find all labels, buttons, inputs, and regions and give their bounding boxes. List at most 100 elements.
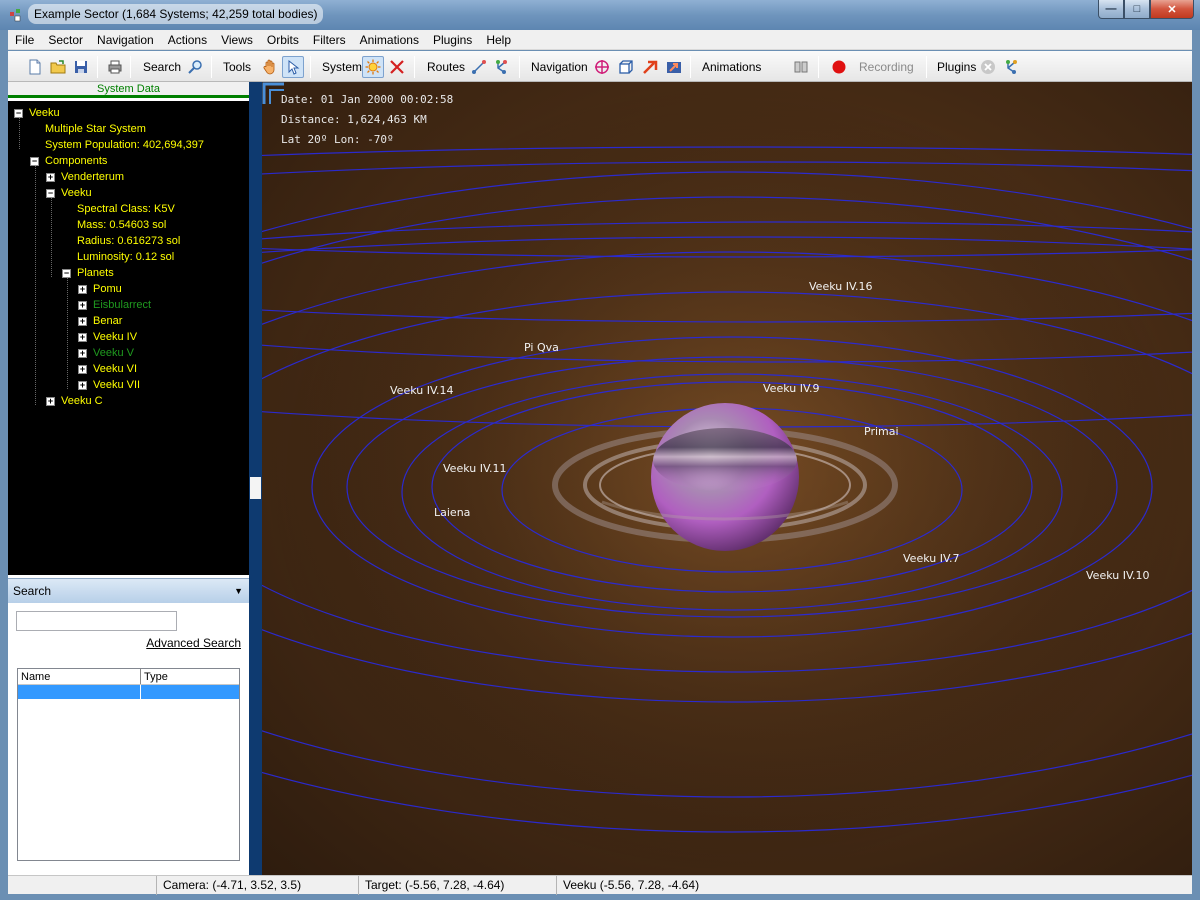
minimize-button[interactable]: — <box>1098 0 1124 19</box>
collapse-icon[interactable]: − <box>30 156 39 166</box>
menu-navigation[interactable]: Navigation <box>90 30 161 50</box>
close-button[interactable]: ✕ <box>1150 0 1194 19</box>
search-button[interactable] <box>184 56 206 78</box>
expand-icon[interactable]: + <box>46 396 55 406</box>
tree-item[interactable]: + Venderterum <box>46 169 124 185</box>
tree-item[interactable]: + Veeku V <box>78 345 134 361</box>
system-tree[interactable]: − Veeku Multiple Star System System Populat… <box>8 101 249 575</box>
menu-animations[interactable]: Animations <box>353 30 426 50</box>
tree-item[interactable]: + Eisbularrect <box>78 297 151 313</box>
menu-actions[interactable]: Actions <box>161 30 214 50</box>
expand-icon[interactable]: + <box>78 364 87 374</box>
expand-icon[interactable]: + <box>78 316 87 326</box>
tree-item[interactable]: Luminosity: 0.12 sol <box>77 249 174 265</box>
camera-status: Camera: (-4.71, 3.52, 3.5) <box>156 876 358 895</box>
body-label[interactable]: Veeku IV.14 <box>390 384 454 397</box>
target-status: Target: (-5.56, 7.28, -4.64) <box>358 876 556 895</box>
tree-item[interactable]: − Veeku <box>46 185 92 201</box>
tree-item[interactable]: + Veeku VII <box>78 377 140 393</box>
new-file-button[interactable] <box>24 56 46 78</box>
menu-file[interactable]: File <box>8 30 41 50</box>
route-edit-button[interactable] <box>491 56 513 78</box>
plugin-route-button[interactable] <box>1001 56 1023 78</box>
route-add-button[interactable] <box>468 56 490 78</box>
center-target-button[interactable] <box>591 56 613 78</box>
red-x-icon <box>390 60 404 74</box>
tree-item[interactable]: + Pomu <box>78 281 122 297</box>
print-button[interactable] <box>104 56 126 78</box>
tree-item[interactable]: − Planets <box>62 265 114 281</box>
expand-icon[interactable]: + <box>78 284 87 294</box>
plugin-remove-button[interactable] <box>977 56 999 78</box>
body-label[interactable]: Veeku IV.10 <box>1086 569 1150 582</box>
tree-item[interactable]: + Veeku VI <box>78 361 137 377</box>
body-label[interactable]: Veeku IV.11 <box>443 462 507 475</box>
expand-icon[interactable]: + <box>78 332 87 342</box>
body-label[interactable]: Laiena <box>434 506 470 519</box>
body-label[interactable]: Primai <box>864 425 899 438</box>
tree-item[interactable]: + Benar <box>78 313 122 329</box>
print-icon <box>108 60 122 74</box>
search-results-table[interactable]: Name Type <box>17 668 240 861</box>
menu-views[interactable]: Views <box>214 30 260 50</box>
tree-item[interactable]: − Veeku <box>14 105 60 121</box>
tree-item[interactable]: Mass: 0.54603 sol <box>77 217 166 233</box>
menu-bar: File Sector Navigation Actions Views Orb… <box>8 30 1192 50</box>
tree-item-label: Veeku VII <box>93 379 141 391</box>
left-panel: System Data − Veeku Multiple Star System Sy… <box>8 82 249 875</box>
view-box-button[interactable] <box>615 56 637 78</box>
column-name[interactable]: Name <box>18 669 141 684</box>
selected-body-status: Veeku (-5.56, 7.28, -4.64) <box>556 876 856 895</box>
select-tool-button[interactable] <box>282 56 304 78</box>
system-button[interactable] <box>362 56 384 78</box>
expand-icon[interactable]: + <box>78 300 87 310</box>
tree-item[interactable]: − Components <box>30 153 107 169</box>
body-label[interactable]: Veeku IV.9 <box>763 382 820 395</box>
collapse-icon[interactable]: − <box>46 188 55 198</box>
expand-icon[interactable]: + <box>78 348 87 358</box>
record-button[interactable] <box>828 56 850 78</box>
column-type[interactable]: Type <box>141 669 168 684</box>
panel-splitter[interactable] <box>249 82 262 875</box>
3d-view[interactable]: Date: 01 Jan 2000 00:02:58 Distance: 1,6… <box>262 82 1192 875</box>
search-panel-title: Search <box>13 584 52 598</box>
plugin-branch-icon <box>1006 60 1017 74</box>
zoom-fit-button[interactable] <box>663 56 685 78</box>
maximize-button[interactable]: □ <box>1124 0 1150 19</box>
expand-icon[interactable]: + <box>78 380 87 390</box>
tree-item[interactable]: System Population: 402,694,397 <box>45 137 204 153</box>
tree-item[interactable]: + Veeku C <box>46 393 103 409</box>
hand-icon <box>263 59 275 75</box>
menu-filters[interactable]: Filters <box>306 30 353 50</box>
open-file-button[interactable] <box>47 56 69 78</box>
tree-item[interactable]: + Veeku IV <box>78 329 137 345</box>
collapse-icon[interactable]: − <box>62 268 71 278</box>
window-title: Example Sector (1,684 Systems; 42,259 to… <box>28 4 324 24</box>
clear-system-button[interactable] <box>386 56 408 78</box>
body-label[interactable]: Pi Qva <box>524 341 559 354</box>
menu-plugins[interactable]: Plugins <box>426 30 479 50</box>
expand-icon[interactable]: + <box>46 172 55 182</box>
route-branch-icon <box>496 60 507 74</box>
search-panel-header[interactable]: Search ▼ <box>8 578 249 603</box>
menu-orbits[interactable]: Orbits <box>260 30 306 50</box>
tree-item[interactable]: Radius: 0.616273 sol <box>77 233 180 249</box>
body-label[interactable]: Veeku IV.7 <box>903 552 960 565</box>
pan-tool-button[interactable] <box>259 56 281 78</box>
menu-help[interactable]: Help <box>479 30 518 50</box>
tree-item[interactable]: Multiple Star System <box>45 121 146 137</box>
open-folder-icon <box>50 60 66 74</box>
collapse-icon[interactable]: − <box>14 108 23 118</box>
search-input[interactable] <box>16 611 177 631</box>
dropdown-arrow-icon: ▼ <box>234 586 243 596</box>
tree-item[interactable]: Spectral Class: K5V <box>77 201 175 217</box>
table-row[interactable] <box>18 685 239 699</box>
advanced-search-link[interactable]: Advanced Search <box>146 636 241 650</box>
navigation-label: Navigation <box>531 60 588 74</box>
body-label[interactable]: Veeku IV.16 <box>809 280 873 293</box>
splitter-grip[interactable] <box>250 477 261 499</box>
menu-sector[interactable]: Sector <box>41 30 90 50</box>
animation-settings-button[interactable] <box>790 56 812 78</box>
zoom-in-button[interactable] <box>639 56 661 78</box>
save-button[interactable] <box>70 56 92 78</box>
